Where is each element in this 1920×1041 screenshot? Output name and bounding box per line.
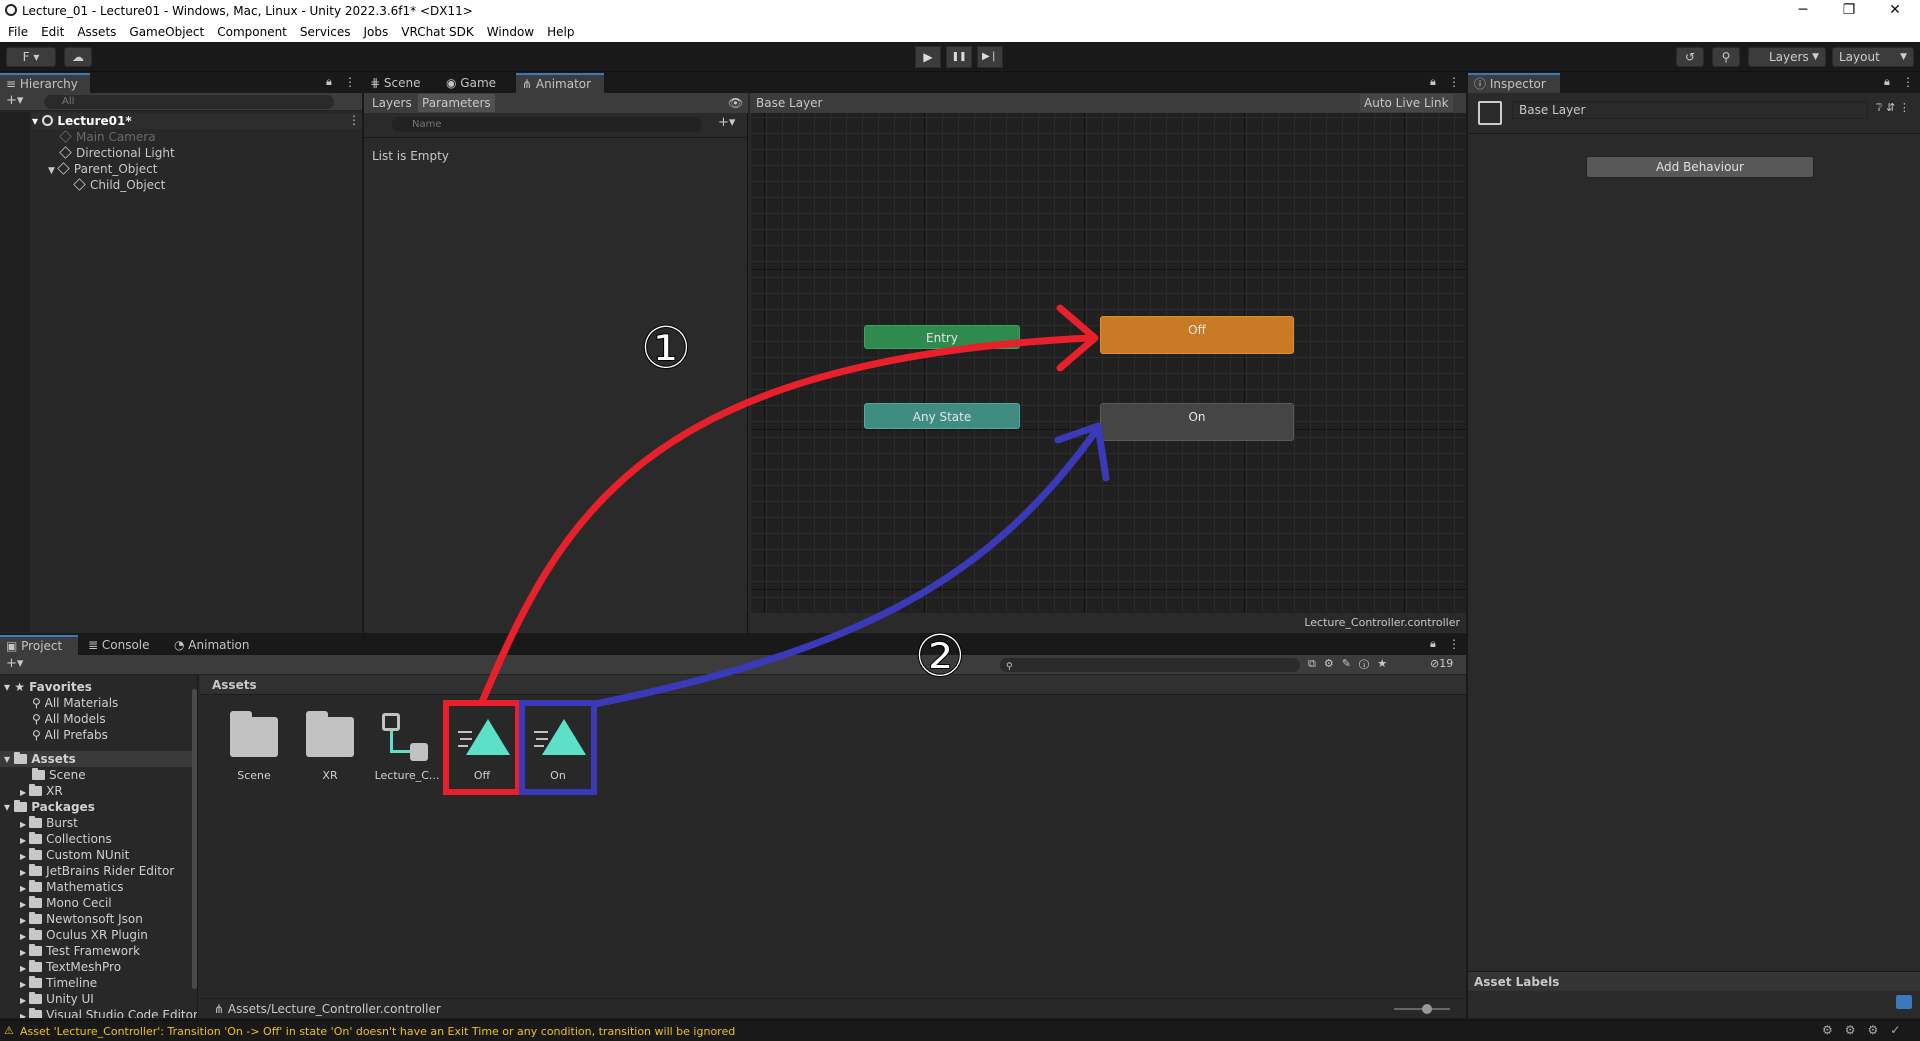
- red-highlight-box: [443, 700, 521, 795]
- annotation-number-two: ②: [914, 622, 966, 690]
- status-icons[interactable]: ⚙⚙⚙✓: [1822, 1023, 1912, 1037]
- annotation-overlay: ① ②: [443, 304, 1110, 795]
- blue-arrow: [591, 424, 1102, 708]
- status-bar[interactable]: ⚠ Asset 'Lecture_Controller': Transition…: [0, 1020, 1920, 1041]
- status-message[interactable]: Asset 'Lecture_Controller': Transition '…: [20, 1025, 735, 1038]
- red-arrow: [478, 334, 1094, 706]
- warning-icon: ⚠: [4, 1024, 14, 1037]
- blue-highlight-box: [519, 700, 597, 795]
- annotation-number-one: ①: [640, 314, 692, 382]
